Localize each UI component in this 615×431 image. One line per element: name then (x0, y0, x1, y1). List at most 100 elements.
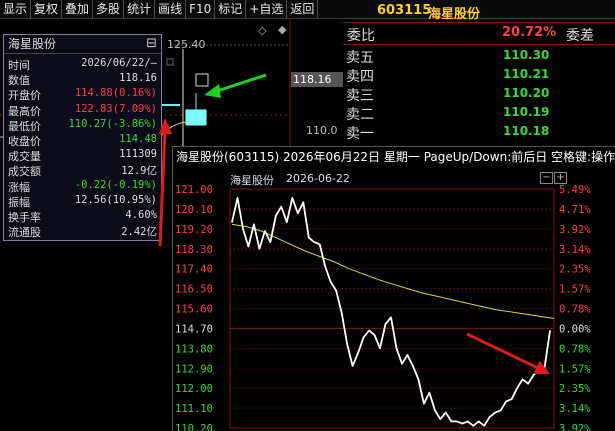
tooltip-row-value: 4.60% (125, 209, 157, 221)
price-point (253, 223, 255, 225)
y-tick-right: 2.35% (559, 383, 591, 395)
price-point (286, 221, 288, 223)
popup-title: 海星股份(603115) 2026年06月22日 星期一 PageUp/Down… (173, 147, 615, 167)
price-point (412, 365, 414, 367)
toolbar-overlay[interactable]: 叠加 (62, 0, 94, 18)
toolbar-f10[interactable]: F10 (186, 0, 216, 18)
price-point (538, 369, 540, 372)
toolbar-mark[interactable]: 标记 (215, 0, 247, 18)
y-tick-left: 111.10 (175, 403, 213, 415)
toolbar-multi-stock[interactable]: 多股 (93, 0, 125, 18)
toolbar-fuquan[interactable]: 复权 (31, 0, 63, 18)
tooltip-row-value: 2.42亿 (121, 226, 157, 239)
price-point (516, 387, 518, 389)
y-tick-right: 2.35% (559, 264, 591, 276)
ask-price: 110.18 (503, 124, 550, 138)
ask-label: 卖四 (346, 69, 374, 85)
price-point (522, 378, 524, 380)
tooltip-row-value: 12.9亿 (121, 165, 157, 178)
tooltip-row-value: -0.22(-0.19%) (74, 178, 157, 191)
price-point (374, 334, 376, 336)
price-point (511, 398, 513, 400)
price-point (434, 409, 436, 411)
price-point (341, 312, 343, 314)
tooltip-row: 换手率 4.60% (4, 209, 161, 225)
y-tick-right: 3.14% (559, 244, 591, 256)
tooltip-row-label: 开盘价 (8, 89, 41, 103)
tooltip-row-label: 成交量 (8, 150, 41, 164)
y-tick-left: 115.60 (175, 304, 213, 316)
tooltip-row-label: 最高价 (8, 104, 41, 118)
price-point (363, 336, 365, 338)
price-point (445, 411, 447, 414)
price-point (269, 241, 271, 243)
y-tick-left: 113.80 (175, 343, 213, 355)
price-point (313, 241, 315, 243)
price-point (231, 221, 233, 223)
tooltip-row: 开盘价 114.88(0.16%) (4, 87, 161, 103)
ask-price: 110.19 (503, 105, 550, 119)
tooltip-row-value: 110.27(-3.86%) (68, 117, 157, 130)
quote-header: 603115 海星股份 (343, 0, 615, 23)
ask-label: 卖五 (346, 50, 374, 66)
y-tick-right: 1.57% (559, 284, 591, 296)
y-tick-right: 5.49% (559, 184, 591, 196)
tooltip-row-label: 成交额 (8, 165, 41, 179)
price-point (478, 420, 480, 422)
tooltip-row: 最低价 110.27(-3.86%) (4, 118, 161, 134)
toolbar-draw-line[interactable]: 画线 (155, 0, 187, 18)
y-tick-right: 3.14% (559, 403, 591, 415)
price-point (379, 347, 381, 349)
tooltip-row-label: 收盘价 (8, 135, 41, 148)
price-point (236, 197, 239, 199)
ask-row[interactable]: 卖五 110.30 (343, 46, 615, 66)
ask-label: 卖一 (346, 126, 374, 142)
bg-price-box: 118.16 (291, 72, 343, 87)
close-icon[interactable]: ⊟ (146, 35, 157, 53)
data-tooltip: 海星股份 ⊟ 时间 2026/06/22/— 数值 118.16 开盘价 114.88(0… (3, 34, 162, 241)
price-point (456, 420, 458, 422)
tooltip-row-label: 流通股 (8, 226, 41, 240)
price-point (467, 420, 469, 422)
price-point (395, 347, 398, 349)
tooltip-row: 流通股 2.42亿 (4, 224, 161, 240)
toolbar-back[interactable]: 返回 (287, 0, 319, 18)
ask-price: 110.30 (503, 48, 550, 62)
intraday-popup: 海星股份(603115) 2026年06月22日 星期一 PageUp/Down… (172, 146, 615, 431)
y-tick-left: 112.00 (175, 383, 213, 395)
weibi-row: 委比 20.72% 委差 (343, 23, 615, 45)
ask-row[interactable]: 卖四 110.21 (343, 65, 615, 85)
tooltip-row: 振幅 12.56(10.95%) (4, 194, 161, 210)
price-point (450, 420, 452, 422)
price-point (505, 400, 507, 402)
intraday-chart: 121.00 5.49% 120.10 4.71% 119.20 3.92% 118.30 3… (175, 184, 591, 431)
settings-icon[interactable]: ◆ (278, 23, 286, 36)
quote-panel: 603115 海星股份 委比 20.72% 委差 卖五 110.30 卖四 11… (343, 0, 615, 145)
tooltip-row-label: 换手率 (8, 211, 41, 224)
price-point (489, 416, 491, 418)
quote-code: 603115 (377, 3, 432, 18)
tooltip-row: 成交量 111309 (4, 148, 161, 164)
price-point (428, 392, 430, 394)
price-point (352, 365, 354, 367)
toolbar-statistics[interactable]: 统计 (124, 0, 156, 18)
toolbar-add-watchlist[interactable]: +自选 (246, 0, 288, 18)
price-point (297, 212, 299, 214)
price-point (247, 245, 249, 248)
price-point (406, 354, 408, 356)
price-point (335, 290, 337, 292)
ask-row[interactable]: 卖二 110.19 (343, 103, 615, 123)
price-point (390, 316, 392, 318)
toolbar-display[interactable]: 显示 (0, 0, 32, 18)
price-point (543, 367, 546, 369)
tooltip-row: 成交额 12.9亿 (4, 163, 161, 179)
price-point (319, 243, 321, 245)
y-tick-left: 114.70 (175, 323, 213, 335)
ask-row[interactable]: 卖三 110.20 (343, 84, 615, 104)
price-point (549, 330, 551, 332)
price-point (500, 409, 502, 411)
y-tick-left: 117.40 (175, 264, 213, 276)
price-point (330, 281, 332, 283)
price-point (483, 425, 485, 427)
ask-row[interactable]: 卖一 110.18 (343, 122, 615, 142)
